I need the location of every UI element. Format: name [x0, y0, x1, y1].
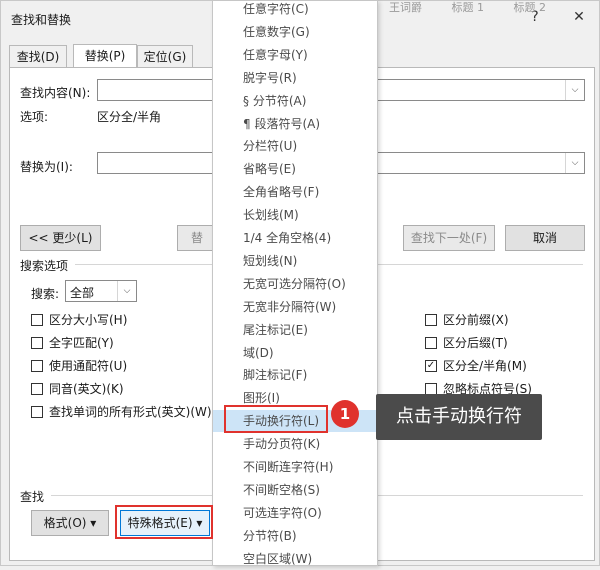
ribbon-style-1: 王词爵 [389, 1, 422, 14]
dialog-title: 查找和替换 [11, 13, 72, 27]
find-what-label: 查找内容(N): [20, 86, 91, 100]
menu-item-16[interactable]: 脚注标记(F) [213, 364, 377, 386]
menu-item-9[interactable]: 长划线(M) [213, 204, 377, 226]
menu-item-22[interactable]: 可选连字符(O) [213, 502, 377, 524]
menu-item-10[interactable]: 1/4 全角空格(4) [213, 227, 377, 249]
search-direction-select[interactable]: 全部 ⌵ [65, 280, 137, 302]
search-options-title: 搜索选项 [20, 259, 69, 273]
options-value: 区分全/半角 [97, 110, 162, 124]
match-suffix-option[interactable]: 区分后缀(T) [425, 334, 508, 351]
cancel-button[interactable]: 取消 [505, 225, 585, 251]
match-case-label: 区分大小写(H) [49, 313, 128, 327]
background-ribbon-text: 王词爵 标题 1 标题 2 [389, 0, 546, 15]
replace-button[interactable]: 替 [177, 225, 217, 251]
whole-word-label: 全字匹配(Y) [49, 336, 114, 350]
find-what-dropdown-icon[interactable]: ⌵ [565, 80, 584, 100]
all-word-forms-checkbox[interactable] [31, 405, 43, 418]
menu-item-3[interactable]: 脱字号(R) [213, 67, 377, 89]
menu-item-highlight-box [224, 405, 328, 433]
whole-word-checkbox[interactable] [31, 336, 43, 349]
wildcards-checkbox[interactable] [31, 359, 43, 372]
ribbon-style-3: 标题 2 [513, 1, 547, 14]
close-button[interactable]: ✕ [569, 7, 589, 27]
menu-item-19[interactable]: 手动分页符(K) [213, 433, 377, 455]
tab-find[interactable]: 查找(D) [9, 45, 67, 68]
special-format-menu: 任意字符(C) 任意数字(G) 任意字母(Y) 脱字号(R) § 分节符(A) ¶ 段落符… [212, 0, 378, 566]
menu-item-23[interactable]: 分节符(B) [213, 525, 377, 547]
menu-item-0[interactable]: 任意字符(C) [213, 0, 377, 20]
instruction-callout: 点击手动换行符 [376, 394, 542, 440]
format-button[interactable]: 格式(O) ▾ [31, 510, 109, 536]
match-width-option[interactable]: ✓ 区分全/半角(M) [425, 357, 527, 374]
wildcards-option[interactable]: 使用通配符(U) [31, 357, 127, 374]
menu-item-24[interactable]: 空白区域(W) [213, 548, 377, 570]
menu-item-13[interactable]: 无宽非分隔符(W) [213, 296, 377, 318]
match-width-checkbox[interactable]: ✓ [425, 359, 437, 372]
sounds-like-option[interactable]: 同音(英文)(K) [31, 380, 124, 397]
match-prefix-checkbox[interactable] [425, 313, 437, 326]
ribbon-style-2: 标题 1 [451, 1, 485, 14]
menu-item-15[interactable]: 域(D) [213, 342, 377, 364]
match-suffix-label: 区分后缀(T) [443, 336, 508, 350]
menu-item-6[interactable]: 分栏符(U) [213, 135, 377, 157]
all-word-forms-option[interactable]: 查找单词的所有形式(英文)(W) [31, 403, 212, 420]
search-direction-value: 全部 [70, 286, 95, 300]
find-section-title: 查找 [20, 490, 45, 504]
tab-goto[interactable]: 定位(G) [137, 45, 193, 68]
menu-item-5[interactable]: ¶ 段落符号(A) [213, 113, 377, 135]
find-next-button[interactable]: 查找下一处(F) [403, 225, 495, 251]
whole-word-option[interactable]: 全字匹配(Y) [31, 334, 114, 351]
menu-item-8[interactable]: 全角省略号(F) [213, 181, 377, 203]
menu-item-14[interactable]: 尾注标记(E) [213, 319, 377, 341]
sounds-like-label: 同音(英文)(K) [49, 382, 124, 396]
wildcards-label: 使用通配符(U) [49, 359, 128, 373]
sounds-like-checkbox[interactable] [31, 382, 43, 395]
match-width-label: 区分全/半角(M) [443, 359, 527, 373]
menu-item-11[interactable]: 短划线(N) [213, 250, 377, 272]
search-direction-label: 搜索: [31, 287, 60, 301]
menu-item-4[interactable]: § 分节符(A) [213, 90, 377, 112]
special-button-highlight-box [115, 505, 213, 539]
match-prefix-option[interactable]: 区分前缀(X) [425, 311, 509, 328]
match-suffix-checkbox[interactable] [425, 336, 437, 349]
menu-item-2[interactable]: 任意字母(Y) [213, 44, 377, 66]
match-case-checkbox[interactable] [31, 313, 43, 326]
less-button[interactable]: << 更少(L) [20, 225, 101, 251]
menu-item-1[interactable]: 任意数字(G) [213, 21, 377, 43]
step-badge: 1 [331, 400, 359, 428]
replace-with-dropdown-icon[interactable]: ⌵ [565, 153, 584, 173]
replace-with-label: 替换为(I): [20, 160, 73, 174]
tab-replace[interactable]: 替换(P) [73, 44, 137, 69]
match-prefix-label: 区分前缀(X) [443, 313, 509, 327]
menu-item-12[interactable]: 无宽可选分隔符(O) [213, 273, 377, 295]
menu-item-20[interactable]: 不间断连字符(H) [213, 456, 377, 478]
menu-item-21[interactable]: 不间断空格(S) [213, 479, 377, 501]
search-direction-dropdown-icon[interactable]: ⌵ [117, 281, 136, 301]
all-word-forms-label: 查找单词的所有形式(英文)(W) [49, 405, 212, 419]
menu-item-7[interactable]: 省略号(E) [213, 158, 377, 180]
ignore-punct-checkbox[interactable] [425, 382, 437, 395]
match-case-option[interactable]: 区分大小写(H) [31, 311, 127, 328]
options-label: 选项: [20, 110, 49, 124]
